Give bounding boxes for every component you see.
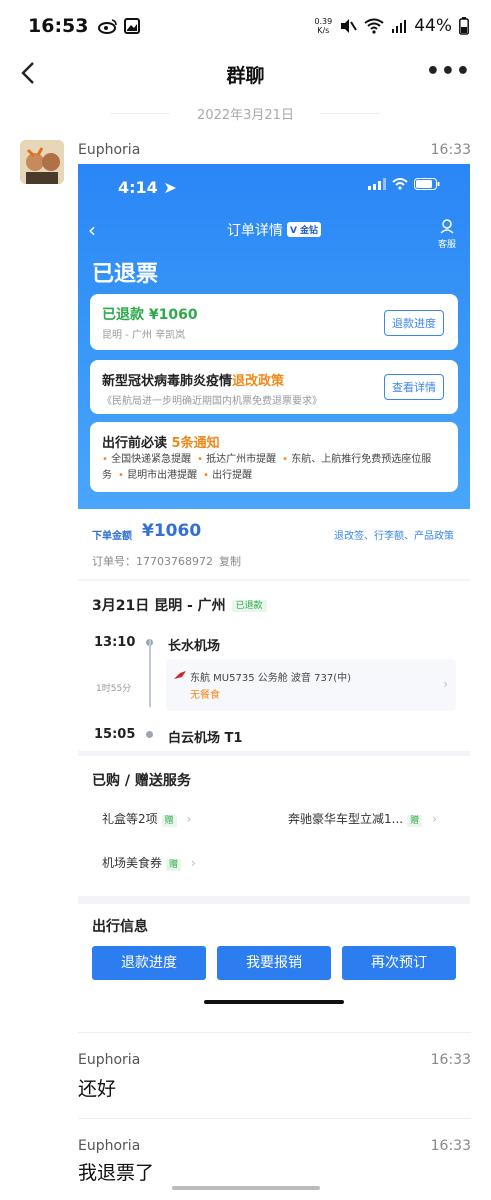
battery-icon	[459, 17, 469, 35]
avatar[interactable]	[20, 140, 64, 184]
flight-card: 东航 MU5735 公务舱 波音 737(中) 无餐食 ›	[166, 659, 456, 711]
order-number: 订单号：17703768972 复制	[92, 555, 241, 568]
order-detail-title: 订单详情	[226, 223, 283, 239]
view-details-button: 查看详情	[384, 374, 444, 400]
order-summary: 下单金额 ¥1060 退改签、行李额、产品政策 订单号：17703768972 复…	[78, 509, 470, 579]
refund-progress-button: 退款进度	[92, 946, 206, 980]
message-time: 16:33	[430, 1138, 471, 1154]
date-divider: 2022年3月21日	[197, 108, 294, 123]
battery-icon	[414, 178, 440, 190]
wifi-icon	[392, 178, 408, 190]
chat-title: 群聊	[226, 64, 265, 87]
sender-name: Euphoria	[78, 1052, 141, 1068]
services-section: 已购 / 赠送服务 礼盒等2项赠 › 奔驰豪华车型立减1... 赠 › 机场美食券赠 ›	[78, 756, 470, 896]
order-status: 已退票	[92, 262, 159, 287]
refund-title: 已退款 ¥1060	[102, 307, 198, 323]
message-text[interactable]: 还好	[78, 1074, 116, 1101]
customer-service-icon	[440, 219, 454, 234]
customer-service: 客服	[438, 218, 456, 250]
order-amount: ¥1060	[142, 521, 202, 541]
network-speed: 0.39 K/s	[314, 17, 333, 35]
refund-sub: 昆明 - 广州 辛凯岚	[102, 330, 186, 341]
notice-card: 出行前必读 5条通知 全国快递紧急提醒抵达广州市提醒东航、上航推行免费预选座位服…	[90, 422, 458, 492]
notice-list: 全国快递紧急提醒抵达广州市提醒东航、上航推行免费预选座位服务昆明市出港提醒出行提…	[102, 452, 442, 484]
image-icon	[124, 18, 141, 34]
sender-name: Euphoria	[78, 142, 141, 158]
battery-level: 44%	[414, 16, 452, 36]
home-indicator[interactable]	[172, 1186, 320, 1190]
status-bar: 16:53 0.39 K/s 44%	[0, 0, 491, 52]
shared-screenshot[interactable]: 4:14 ➤ ‹ 订单详情 V 金钻 客服 已退票 已退款 ¥1060 昆明 - …	[78, 164, 470, 1004]
back-arrow-icon[interactable]	[14, 58, 44, 88]
message-text[interactable]: 我退票了	[78, 1158, 154, 1185]
message-time: 16:33	[430, 1052, 471, 1068]
inner-status-time: 4:14 ➤	[118, 178, 177, 197]
policy-link: 退改签、行李额、产品政策	[334, 531, 454, 542]
sender-name: Euphoria	[78, 1138, 141, 1154]
covid-policy-card: 新型冠状病毒肺炎疫情退改政策 《民航局进一步明确近期国内机票免费退票要求》 查看…	[90, 360, 458, 414]
wifi-icon	[364, 18, 384, 34]
more-options-icon[interactable]: •••	[426, 61, 471, 83]
message-time: 16:33	[430, 142, 471, 158]
chat-header: 群聊 •••	[0, 52, 491, 96]
rebook-button: 再次预订	[342, 946, 456, 980]
flight-info: 3月21日 昆明 - 广州 已退款 13:10 长水机场 1时55分 东航 MU5…	[78, 581, 470, 751]
travel-info-section: 出行信息 退款进度 我要报销 再次预订	[78, 904, 470, 1004]
refund-progress-button: 退款进度	[384, 310, 444, 336]
refund-card: 已退款 ¥1060 昆明 - 广州 辛凯岚 退款进度	[90, 294, 458, 350]
status-time: 16:53	[28, 15, 89, 37]
vip-badge: V 金钻	[286, 222, 322, 237]
reimburse-button: 我要报销	[217, 946, 331, 980]
mute-icon	[341, 19, 358, 33]
signal-icon	[392, 20, 407, 33]
airline-logo-icon	[174, 671, 186, 679]
signal-icon	[368, 178, 386, 190]
weibo-icon	[98, 19, 118, 34]
